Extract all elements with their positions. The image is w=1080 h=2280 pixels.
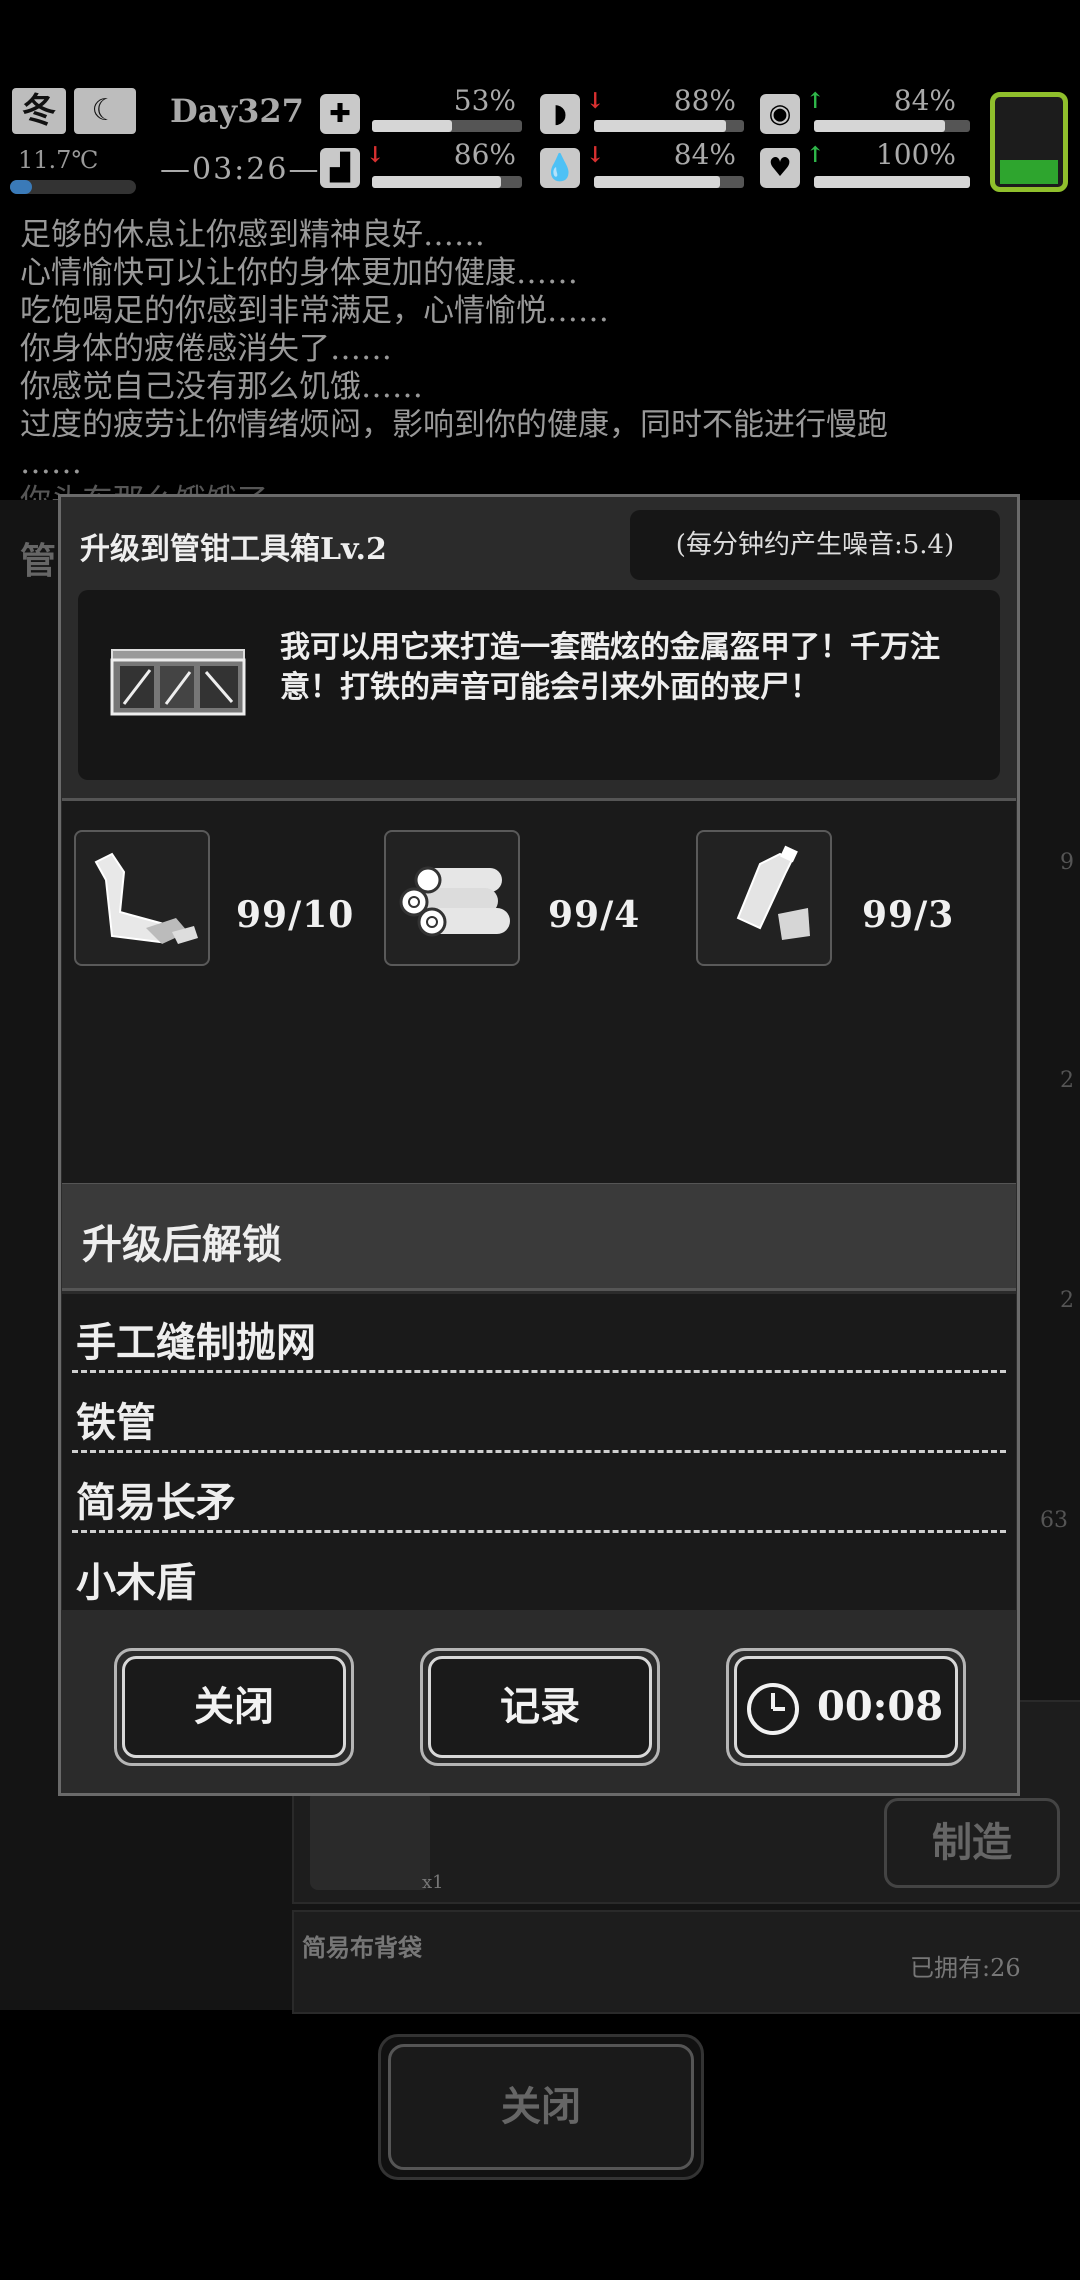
bg-side-number: 2 xyxy=(1060,1068,1074,1093)
log-line: 吃饱喝足的你感到非常满足，心情愉悦…… xyxy=(20,293,609,329)
divider xyxy=(72,1530,1006,1533)
stat-value-hunger: 88% xyxy=(673,84,736,117)
unlock-item: 简易长矛 xyxy=(76,1479,236,1526)
toolbox-icon xyxy=(108,644,248,720)
stat-fill-stamina xyxy=(372,176,501,188)
divider xyxy=(72,1370,1006,1373)
bg-item-name: 简易布背袋 xyxy=(302,1933,422,1962)
stat-value-stamina: 86% xyxy=(453,138,516,171)
water-drop-icon: 💧 xyxy=(540,148,580,188)
material-count: 99/4 xyxy=(548,894,641,936)
record-button[interactable]: 记录 xyxy=(428,1656,652,1758)
noise-badge: (每分钟约产生噪音:5.4) xyxy=(630,510,1000,580)
unlock-item: 铁管 xyxy=(76,1399,156,1446)
unlock-item: 小木盾 xyxy=(76,1559,196,1606)
stat-value-health: 53% xyxy=(453,84,516,117)
pipe-icon xyxy=(74,830,210,966)
log-line: 你身体的疲倦感消失了…… xyxy=(20,331,392,367)
brain-icon: ◉ xyxy=(760,94,800,134)
stat-fill-health xyxy=(372,120,452,132)
bg-left-label: 管 xyxy=(20,540,57,582)
dialog-title: 升级到管钳工具箱Lv.2 xyxy=(80,532,387,567)
unlock-item: 手工缝制抛网 xyxy=(76,1319,316,1366)
material-count: 99/10 xyxy=(236,894,355,936)
boot-icon: ▟ xyxy=(320,148,360,188)
material-count: 99/3 xyxy=(862,894,955,936)
battery-level xyxy=(1000,160,1058,184)
event-log: 足够的休息让你感到精神良好…… 心情愉快可以让你的身体更加的健康…… 吃饱喝足的… xyxy=(20,216,1080,520)
temperature: 11.7℃ xyxy=(18,146,99,174)
timer-button[interactable]: 00:08 xyxy=(734,1656,958,1758)
bg-item-owned: 已拥有:26 xyxy=(910,1954,1021,1982)
log-line: 足够的休息让你感到精神良好…… xyxy=(20,217,485,253)
bg-item-qty: x1 xyxy=(422,1872,444,1893)
medkit-icon: ✚ xyxy=(320,94,360,134)
divider xyxy=(72,1450,1006,1453)
stat-fill-heart xyxy=(814,176,970,188)
log-line: 心情愉快可以让你的身体更加的健康…… xyxy=(20,255,578,291)
bottle-icon xyxy=(696,830,832,966)
close-button[interactable]: 关闭 xyxy=(122,1656,346,1758)
moon-icon: ☾ xyxy=(74,88,136,134)
bg-close-button[interactable]: 关闭 xyxy=(388,2044,694,2170)
game-clock: —03:26— xyxy=(160,152,321,187)
log-line: …… xyxy=(20,445,82,481)
stat-value-mood: 84% xyxy=(893,84,956,117)
log-line: 你感觉自己没有那么饥饿…… xyxy=(20,369,423,405)
bg-side-number: 2 xyxy=(1060,1288,1074,1313)
heart-icon: ♥ xyxy=(760,148,800,188)
stat-fill-thirst xyxy=(594,176,720,188)
stomach-icon: ◗ xyxy=(540,94,580,134)
season-badge: 冬 xyxy=(12,88,66,134)
stat-fill-mood xyxy=(814,120,945,132)
unlock-header: 升级后解锁 xyxy=(82,1221,282,1268)
bg-side-number: 9 xyxy=(1060,850,1074,875)
description-text: 我可以用它来打造一套酷炫的金属盔甲了！千万注意！打铁的声音可能会引来外面的丧尸！ xyxy=(280,630,940,705)
log-line: 过度的疲劳让你情绪烦闷，影响到你的健康，同时不能进行慢跑 xyxy=(20,407,888,443)
stat-fill-hunger xyxy=(594,120,726,132)
bg-side-number: 63 xyxy=(1040,1508,1068,1533)
timer-text: 00:08 xyxy=(817,1683,944,1730)
day-counter: Day327 xyxy=(170,92,304,130)
craft-button[interactable]: 制造 xyxy=(884,1798,1060,1888)
stat-value-thirst: 84% xyxy=(673,138,736,171)
clock-icon xyxy=(745,1681,801,1737)
temperature-bar-fill xyxy=(10,180,32,194)
logs-icon xyxy=(384,830,520,966)
stat-value-heart: 100% xyxy=(875,138,956,171)
pants-icon xyxy=(310,1790,430,1890)
